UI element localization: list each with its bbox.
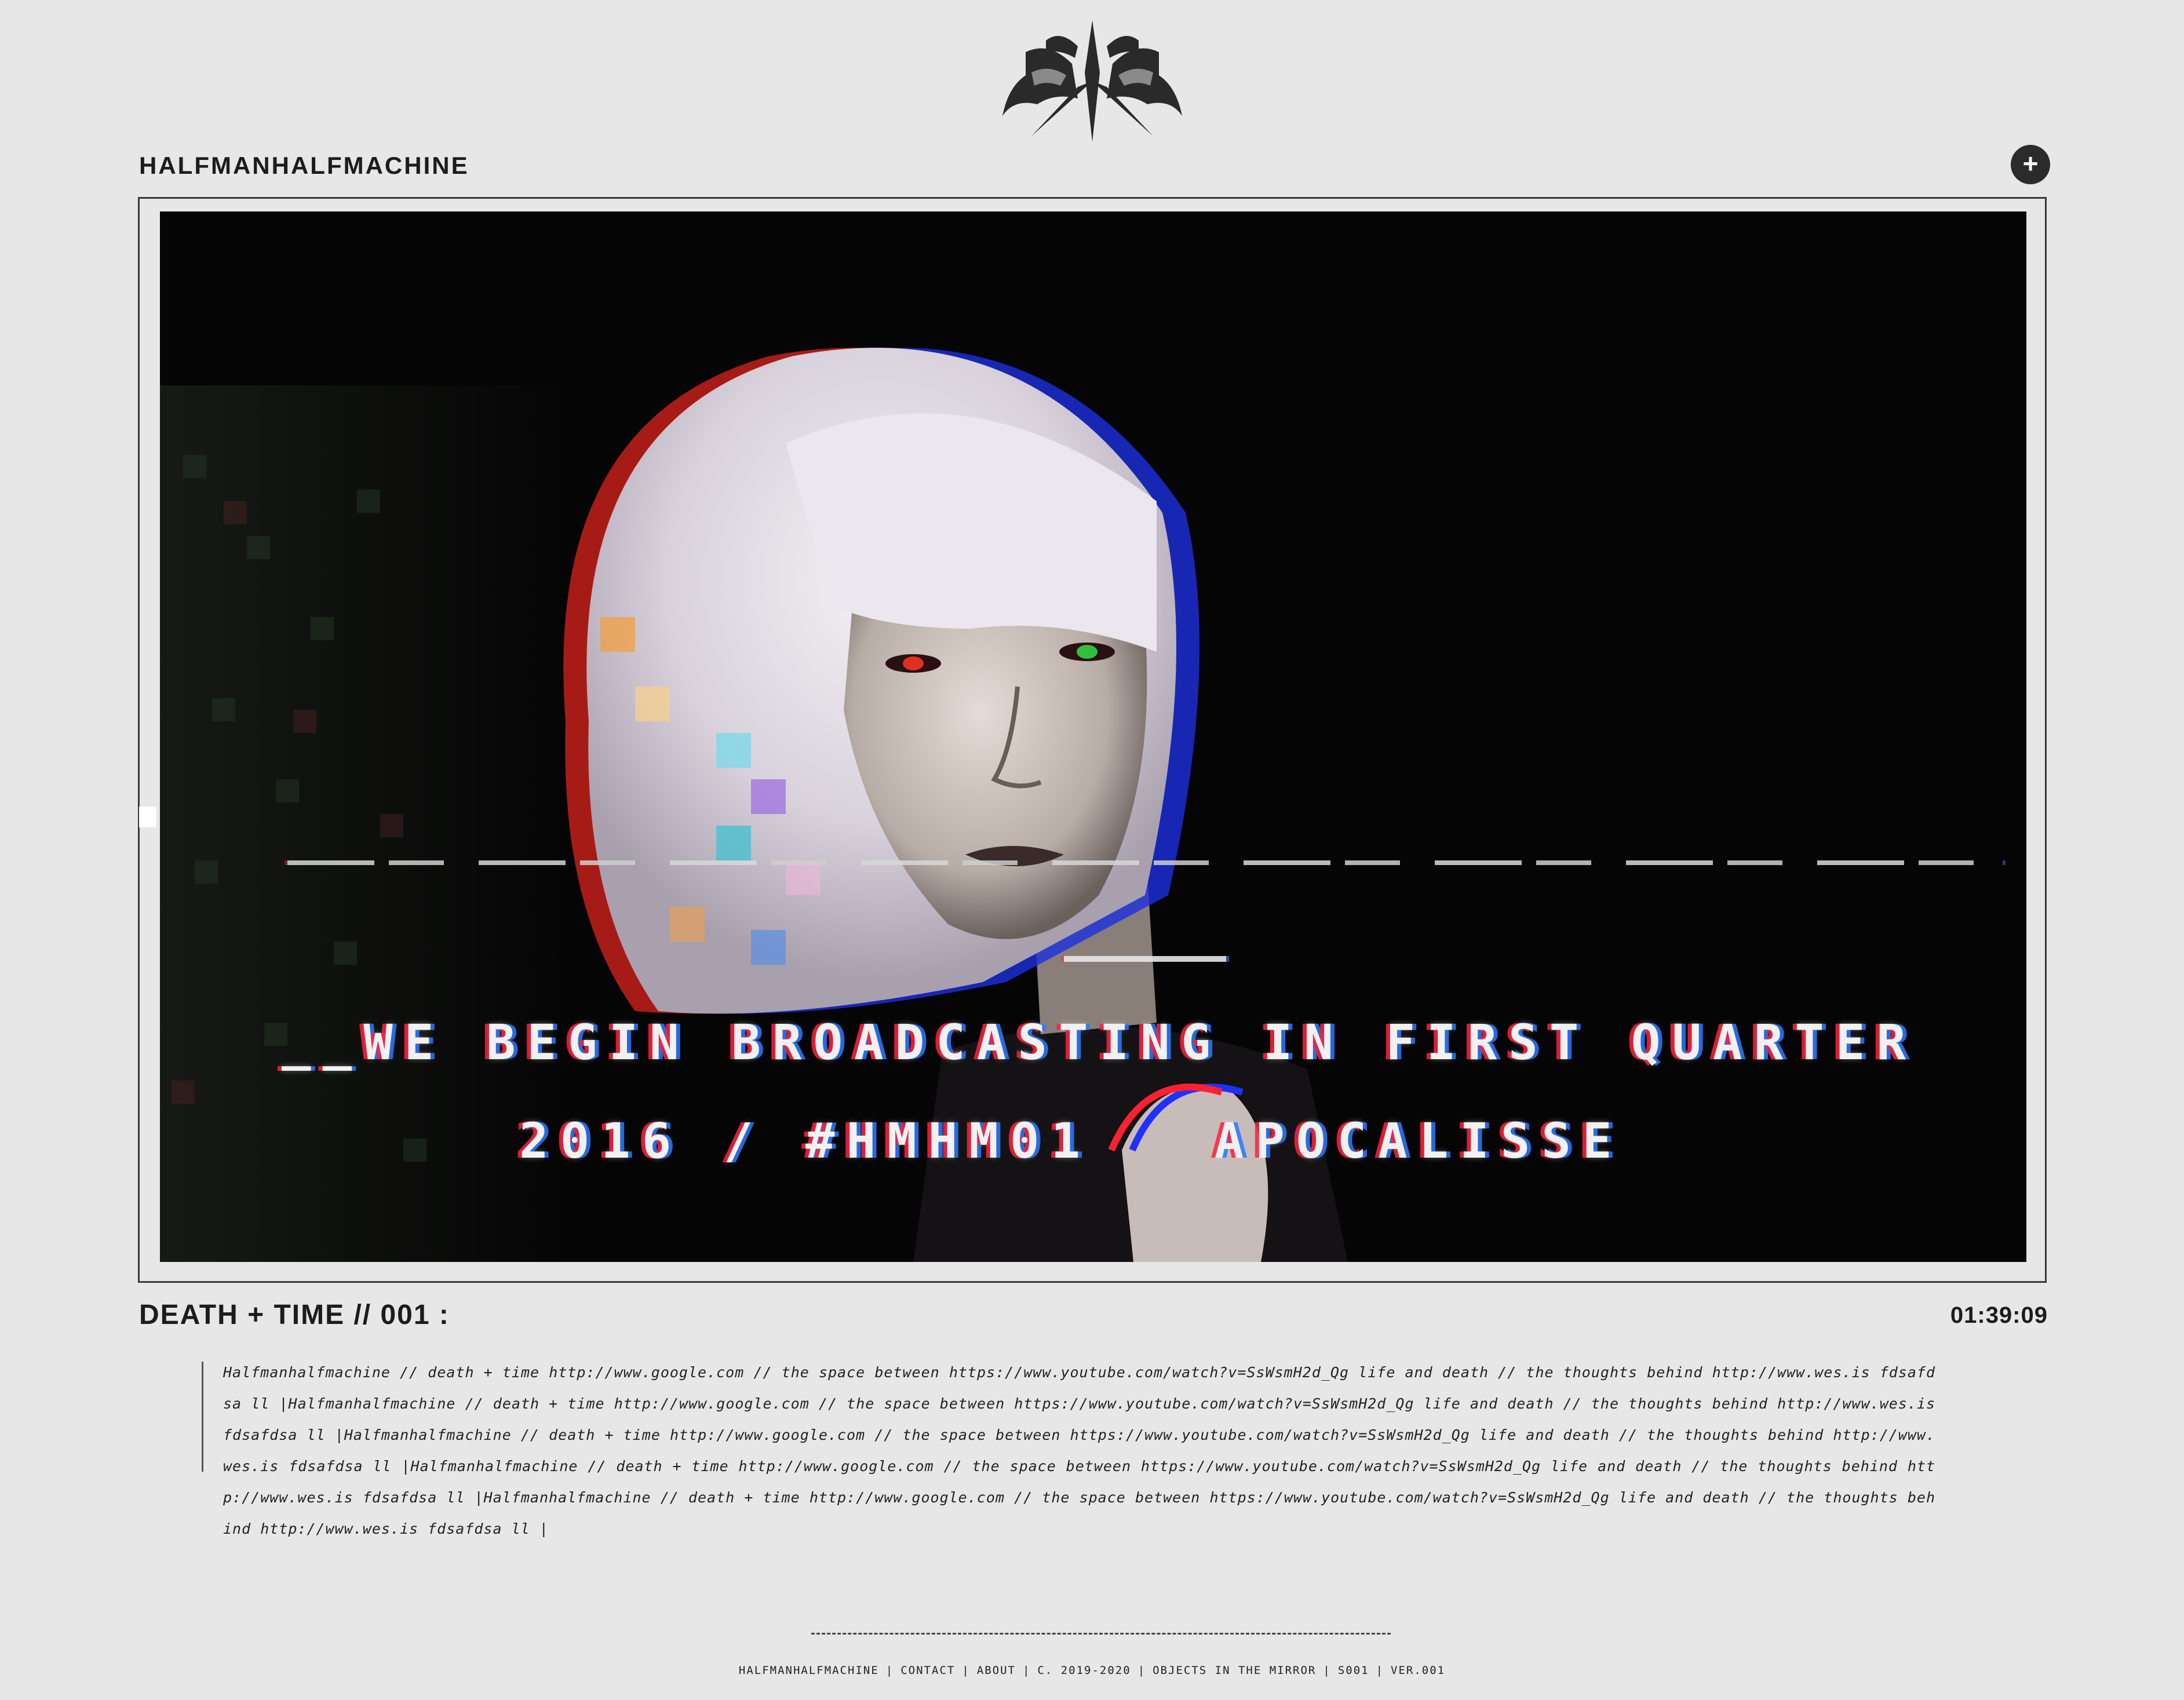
footer-version: VER.001 (1391, 1664, 1446, 1677)
video-still-image (160, 348, 1348, 1262)
video-player[interactable]: __WE BEGIN BROADCASTING IN FIRST QUARTER… (160, 211, 2026, 1262)
side-marker (139, 807, 156, 827)
video-caption-line-2: 2016 / #HMHM01 APOCALISSE (519, 1112, 1624, 1169)
footer-divider (811, 1633, 1391, 1635)
footer-nav: HALFMANHALFMACHINE | CONTACT | ABOUT | C. 2019… (0, 1664, 2184, 1677)
episode-title: DEATH + TIME // 001 : (139, 1300, 450, 1330)
footer-separator: | (1022, 1664, 1031, 1677)
footer-link-about[interactable]: ABOUT (977, 1664, 1016, 1677)
episode-description: Halfmanhalfmachine // death + time http:… (223, 1364, 1935, 1537)
footer-link-home[interactable]: HALFMANHALFMACHINE (739, 1664, 879, 1677)
plus-icon: + (2022, 148, 2039, 178)
glitch-scanline (287, 860, 2003, 865)
footer-link-objects-in-the-mirror[interactable]: OBJECTS IN THE MIRROR (1153, 1664, 1316, 1677)
video-caption-line-1: __WE BEGIN BROADCASTING IN FIRST QUARTER (282, 1014, 1917, 1071)
footer-season: S001 (1337, 1664, 1369, 1677)
footer-separator: | (1376, 1664, 1384, 1677)
footer-separator: | (885, 1664, 894, 1677)
glitch-scanline (1064, 956, 1226, 962)
site-name[interactable]: HALFMANHALFMACHINE (139, 152, 469, 180)
footer-separator: | (1137, 1664, 1146, 1677)
video-timecode: 01:39:09 (1950, 1303, 2048, 1328)
winged-horses-crest-icon (1002, 20, 1182, 142)
description-quote-bar (202, 1362, 203, 1472)
footer-link-contact[interactable]: CONTACT (900, 1664, 955, 1677)
footer-copyright: C. 2019-2020 (1037, 1664, 1131, 1677)
site-logo[interactable] (991, 17, 1194, 145)
plus-menu-button[interactable]: + (2011, 145, 2050, 184)
footer-separator: | (1323, 1664, 1331, 1677)
footer-separator: | (962, 1664, 970, 1677)
